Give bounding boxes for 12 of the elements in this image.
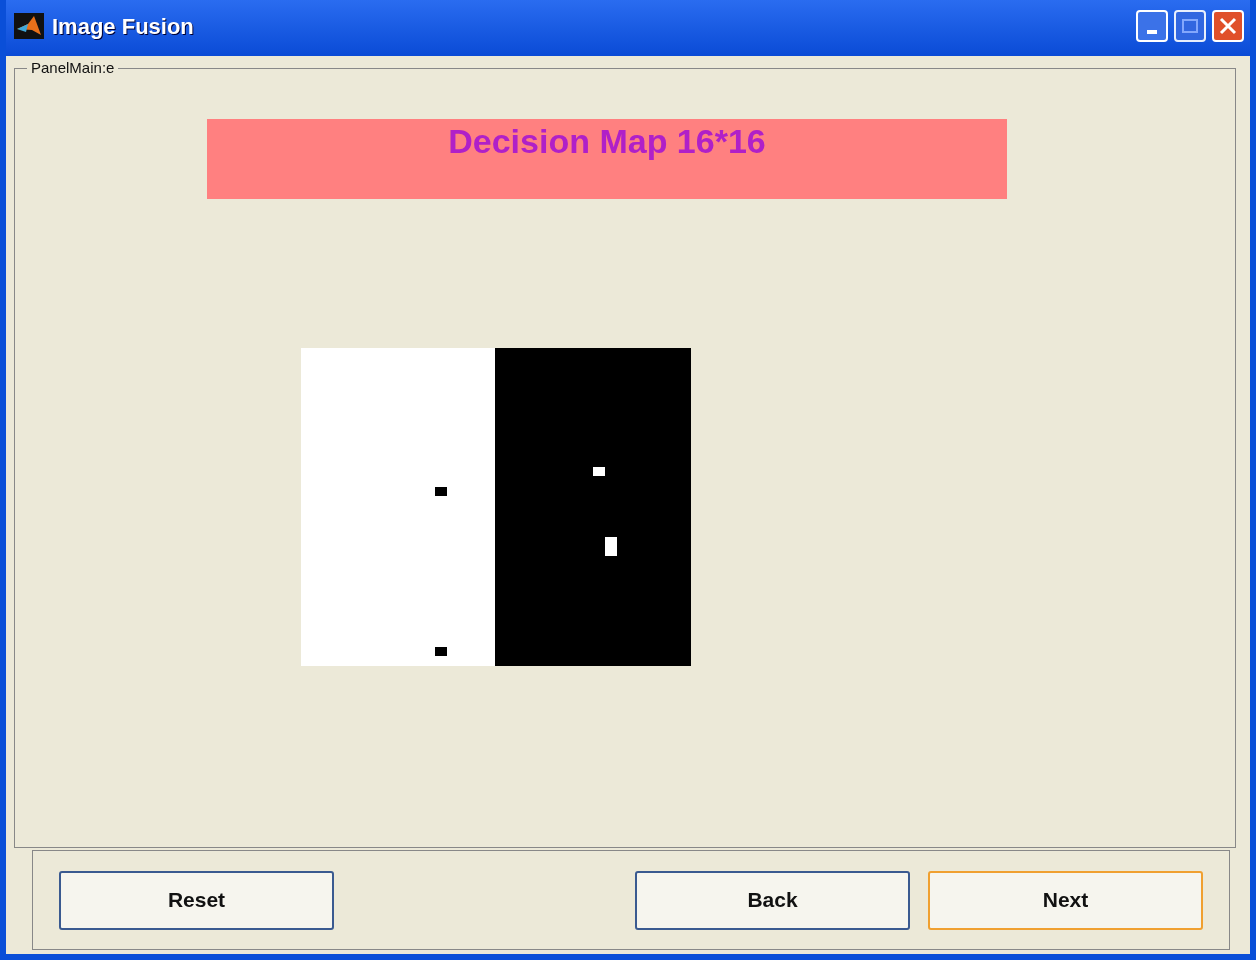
maximize-button[interactable] [1174, 10, 1206, 42]
push-button[interactable]: Back [635, 870, 910, 930]
app-icon [14, 13, 44, 39]
close-icon [1218, 16, 1238, 36]
close-button[interactable] [1212, 10, 1244, 42]
maximize-icon [1181, 18, 1199, 34]
push-button[interactable]: Reset [59, 870, 334, 930]
minimize-icon [1147, 30, 1157, 34]
minimize-button[interactable] [1136, 10, 1168, 42]
window-title: Image Fusion [52, 12, 194, 41]
banner-title: Decision Map 16*16 [207, 119, 1007, 199]
push-button[interactable]: Next [928, 870, 1203, 930]
